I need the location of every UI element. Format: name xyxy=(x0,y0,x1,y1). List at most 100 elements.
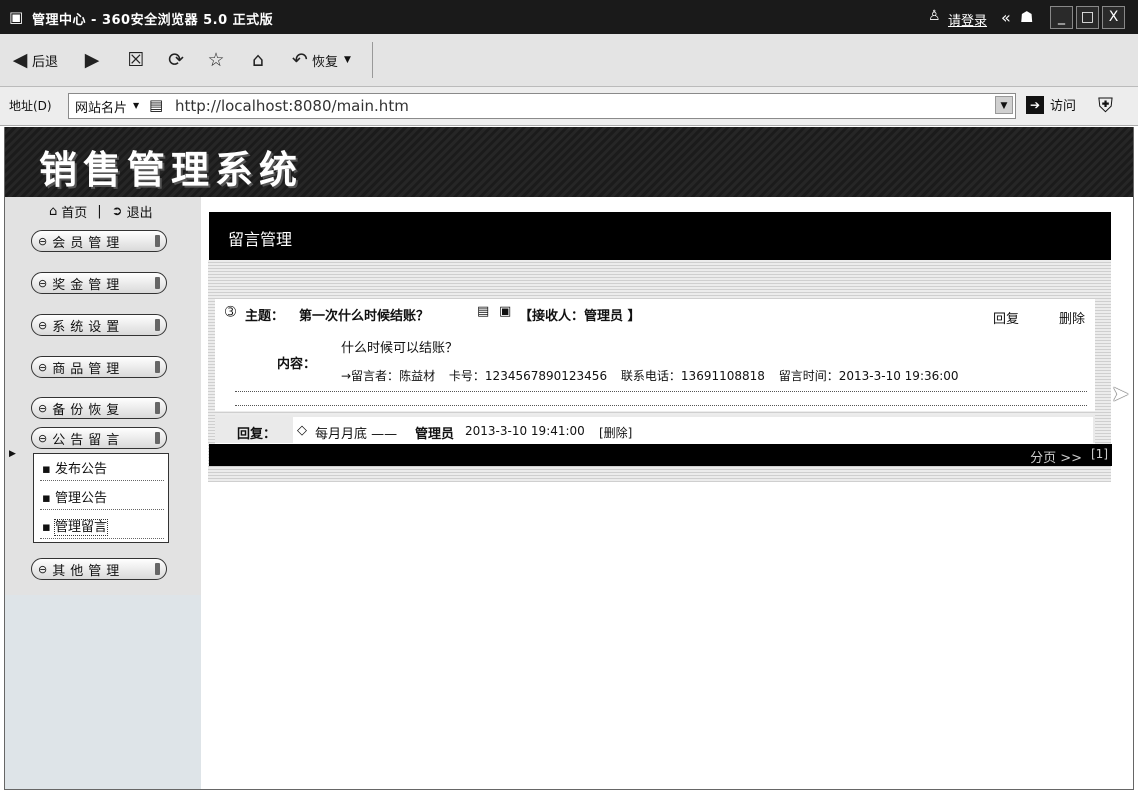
address-bar: 地址(D) 网站名片 ▼ ▤ http://localhost:8080/mai… xyxy=(0,87,1138,126)
stop-button[interactable]: ☒ xyxy=(124,46,148,74)
refresh-button[interactable]: ⟳ xyxy=(164,46,188,74)
section-title: 留言管理 xyxy=(228,230,293,249)
home-link-icon: ⌂ xyxy=(49,204,58,219)
subject-label: 主题： xyxy=(245,309,285,324)
go-button[interactable]: ➔ 访问 xyxy=(1026,95,1076,114)
note-icon: ▤ xyxy=(477,304,490,319)
menu-bullet-icon: ⊖ xyxy=(38,562,48,576)
menu-backup[interactable]: ⊖ 备份恢复 xyxy=(31,397,167,419)
close-button[interactable]: X xyxy=(1102,6,1125,29)
message-content: 什么时候可以结账？ xyxy=(341,341,459,356)
menu-label: 其他管理 xyxy=(52,563,125,579)
menu-label: 会员管理 xyxy=(52,235,125,251)
dotted-divider xyxy=(235,391,1087,392)
menu-announcements[interactable]: ⊖ 公告留言 xyxy=(31,427,167,449)
menu-label: 公告留言 xyxy=(52,432,125,448)
user-icon: ♙ xyxy=(928,8,941,24)
menu-bullet-icon: ⊖ xyxy=(38,276,48,290)
reply-delete-link[interactable]: [删除] xyxy=(599,424,632,441)
system-banner: 销售管理系统 xyxy=(5,127,1133,197)
chat-icon: ▣ xyxy=(499,304,512,319)
card-number: 1234567890123456 xyxy=(484,369,608,383)
menu-bullet-icon: ⊖ xyxy=(38,360,48,374)
logout-link[interactable]: 退出 xyxy=(127,202,153,221)
time-label: 留言时间： xyxy=(778,369,839,383)
menu-label: 奖金管理 xyxy=(52,277,125,293)
page-viewport: 销售管理系统 ⌂ 首页 | ➲ 退出 ⊖ 会员管理 ⊖ 奖金管理 ⊖ 系统设置 ⊖ 商品… xyxy=(4,127,1134,790)
menu-bullet-icon: ⊖ xyxy=(38,318,48,332)
page-link[interactable]: [1] xyxy=(1091,447,1108,461)
undo-icon: ↶ xyxy=(292,49,308,71)
menu-settings[interactable]: ⊖ 系统设置 xyxy=(31,314,167,336)
go-arrow-icon: ➔ xyxy=(1026,95,1044,114)
url-field-container[interactable]: 网站名片 ▼ ▤ http://localhost:8080/main.htm … xyxy=(68,93,1016,119)
url-dropdown-button[interactable]: ▼ xyxy=(995,96,1013,114)
window-title-bar: ▣ 管理中心 - 360安全浏览器 5.0 正式版 ♙ 请登录 « ☗ _ □ … xyxy=(0,0,1138,34)
reply-label: 回复： xyxy=(237,427,277,442)
reply-link[interactable]: 回复 xyxy=(993,308,1019,327)
reply-bullet: ◇ xyxy=(297,423,307,438)
card-label: 卡号： xyxy=(448,369,485,383)
submenu-item-publish[interactable]: ▪ 发布公告 xyxy=(42,458,107,477)
announcement-submenu: ▪ 发布公告 ▪ 管理公告 ▪ 管理留言 xyxy=(33,453,169,543)
back-arrow-icon: ◀ xyxy=(12,49,28,71)
delete-link[interactable]: 删除 xyxy=(1059,308,1085,327)
message-panel: ➂ 主题： 第一次什么时候结账？ ▤ ▣ 【接收人：管理员 】 回复 删除 内容… xyxy=(215,299,1095,411)
browser-icon: ▣ xyxy=(9,8,24,26)
replier-name: 管理员 xyxy=(415,427,455,442)
reply-text: 每月月底 —— xyxy=(315,427,398,442)
url-input[interactable]: http://localhost:8080/main.htm xyxy=(175,97,409,115)
link-separator: | xyxy=(97,204,102,219)
star-icon: ☆ xyxy=(207,49,225,71)
collapse-arrow-icon[interactable]: ▶ xyxy=(9,449,16,459)
site-card-button[interactable]: 网站名片 xyxy=(75,97,127,116)
address-label: 地址(D) xyxy=(9,99,52,113)
message-recipient: 【接收人：管理员 】 xyxy=(519,309,641,324)
menu-bullet-icon: ⊖ xyxy=(38,401,48,415)
forward-button[interactable]: ▶ xyxy=(80,46,104,74)
page-icon: ▤ xyxy=(149,96,164,114)
dotted-divider xyxy=(235,405,1087,406)
login-link[interactable]: 请登录 xyxy=(948,10,987,29)
shield-icon[interactable]: ⛨ xyxy=(1098,93,1113,117)
submenu-item-manage-messages[interactable]: ▪ 管理留言 xyxy=(42,516,108,536)
skin-icon[interactable]: ☗ xyxy=(1020,8,1033,26)
dropdown-arrow-icon[interactable]: ▼ xyxy=(344,55,351,65)
phone-label: 联系电话： xyxy=(620,369,681,383)
subject-bullet-icon: ➂ xyxy=(225,305,236,320)
reply-time: 2013-3-10 19:41:00 xyxy=(465,424,585,438)
content-label: 内容： xyxy=(277,357,317,372)
submenu-item-manage-announcements[interactable]: ▪ 管理公告 xyxy=(42,487,107,506)
home-button[interactable]: ⌂ xyxy=(246,46,270,74)
collapse-icon[interactable]: « xyxy=(1001,8,1011,27)
menu-bullet-icon: ⊖ xyxy=(38,431,48,445)
menu-label: 系统设置 xyxy=(52,319,125,335)
system-title: 销售管理系统 xyxy=(39,148,304,192)
go-label: 访问 xyxy=(1050,99,1077,114)
sidebar: ⌂ 首页 | ➲ 退出 ⊖ 会员管理 ⊖ 奖金管理 ⊖ 系统设置 ⊖ 商品管理 ⊖ 备份恢… xyxy=(5,197,201,789)
window-title: 管理中心 - 360安全浏览器 5.0 正式版 xyxy=(32,13,274,28)
message-subject: 第一次什么时候结账？ xyxy=(299,309,430,324)
home-icon: ⌂ xyxy=(251,49,265,71)
menu-bonus[interactable]: ⊖ 奖金管理 xyxy=(31,272,167,294)
menu-products[interactable]: ⊖ 商品管理 xyxy=(31,356,167,378)
home-link[interactable]: 首页 xyxy=(61,202,87,221)
restore-button[interactable]: ↶ 恢复 ▼ xyxy=(288,46,351,74)
minimize-button[interactable]: _ xyxy=(1050,6,1073,29)
menu-other[interactable]: ⊖ 其他管理 xyxy=(31,558,167,580)
refresh-icon: ⟳ xyxy=(168,49,184,71)
restore-label: 恢复 xyxy=(312,54,339,70)
favorites-button[interactable]: ☆ xyxy=(204,46,228,74)
author-label: →留言者： xyxy=(341,369,400,383)
back-button[interactable]: ◀ 后退 xyxy=(8,46,58,74)
menu-member[interactable]: ⊖ 会员管理 xyxy=(31,230,167,252)
menu-label: 商品管理 xyxy=(52,361,125,377)
site-card-arrow-icon[interactable]: ▼ xyxy=(133,101,139,110)
toolbar-divider xyxy=(372,42,373,78)
reply-row: 回复： ◇ 每月月底 —— 管理员 2013-3-10 19:41:00 [删除… xyxy=(215,415,1095,445)
logout-icon: ➲ xyxy=(111,204,123,219)
maximize-button[interactable]: □ xyxy=(1076,6,1099,29)
pagination-label: 分页 >> xyxy=(1030,451,1082,466)
forward-arrow-icon: ▶ xyxy=(84,49,100,71)
author-name: 陈益材 xyxy=(399,369,436,383)
